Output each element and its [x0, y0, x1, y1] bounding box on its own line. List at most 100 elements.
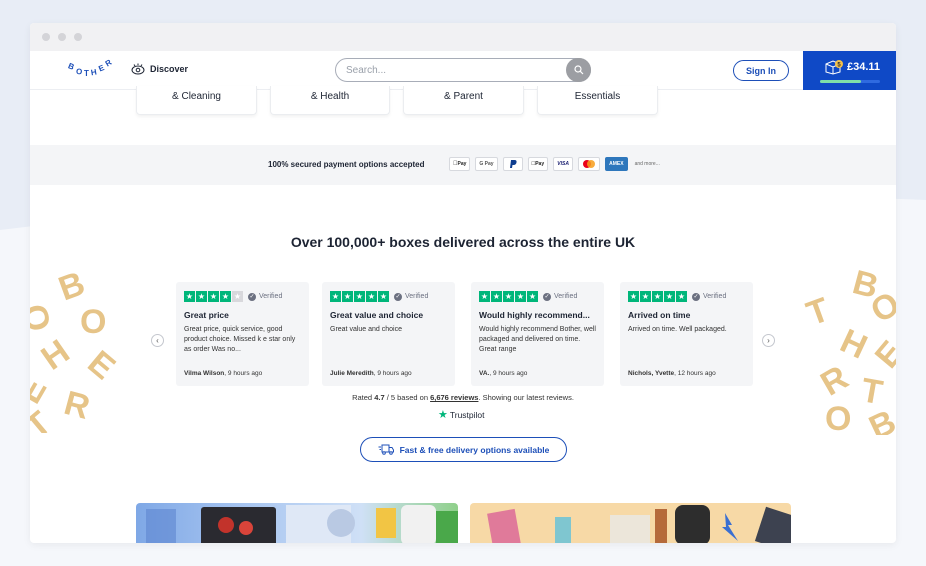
samsung-pay-label: Pay	[533, 161, 544, 167]
review-body: Great value and choice	[330, 326, 402, 333]
trustpilot-logo[interactable]: ★ Trustpilot	[438, 408, 485, 421]
verified-badge: ✓ Verified	[692, 292, 727, 301]
search-bar	[335, 58, 591, 82]
cart-amount: £34.11	[847, 61, 881, 73]
boxes-delivered-headline: Over 100,000+ boxes delivered across the…	[290, 234, 636, 250]
reviews-next-arrow[interactable]: ›	[762, 334, 775, 347]
rating-middle: / 5 based on	[384, 393, 431, 402]
sign-in-button[interactable]: Sign In	[733, 60, 789, 81]
review-author-name: Julie Meredith	[330, 370, 374, 377]
svg-text:B: B	[54, 264, 90, 308]
window-close-dot[interactable]	[42, 33, 50, 41]
star-icon: ★	[232, 291, 243, 302]
star-icon: ★	[342, 291, 353, 302]
svg-text:E: E	[868, 334, 896, 376]
review-body: Great price, quick service, good product…	[184, 326, 296, 353]
svg-text:O: O	[80, 303, 106, 341]
star-icon: ★	[378, 291, 389, 302]
svg-text:T: T	[84, 69, 89, 78]
promo-banner-left[interactable]	[136, 503, 458, 543]
promo-banner-left-image	[146, 505, 458, 543]
verified-label: Verified	[703, 293, 727, 300]
discover-label: Discover	[150, 64, 189, 74]
cart-button[interactable]: 5 £34.11	[803, 51, 896, 90]
category-card-parent[interactable]: & Parent	[403, 86, 524, 115]
svg-text:H: H	[835, 322, 873, 367]
star-icon: ★	[220, 291, 231, 302]
review-author: VA., 9 hours ago	[479, 370, 527, 377]
review-title: Arrived on time	[628, 310, 691, 320]
delivery-truck-icon	[378, 444, 394, 455]
verified-badge: ✓ Verified	[248, 292, 282, 301]
apple-pay-icon: Pay	[449, 157, 471, 171]
reviews-prev-arrow[interactable]: ‹	[151, 334, 164, 347]
review-title: Would highly recommend...	[479, 310, 590, 320]
star-icon: ★	[491, 291, 502, 302]
window-titlebar	[30, 23, 896, 51]
svg-text:O: O	[825, 400, 851, 435]
window-maximize-dot[interactable]	[74, 33, 82, 41]
trustpilot-rating-line: Rated 4.7 / 5 based on 6,676 reviews. Sh…	[30, 393, 896, 402]
star-icon: ★	[208, 291, 219, 302]
star-icon: ★	[479, 291, 490, 302]
payment-text: 100% secured payment options accepted	[268, 160, 425, 169]
review-card[interactable]: ★ ★ ★ ★ ★ ✓ Verified Great price Great price, qu…	[176, 282, 309, 386]
payment-strip: 100% secured payment options accepted P…	[30, 145, 896, 185]
mastercard-icon	[578, 157, 601, 171]
review-author: Julie Meredith, 9 hours ago	[330, 370, 412, 377]
star-icon: ★	[640, 291, 651, 302]
search-button[interactable]	[566, 58, 591, 82]
verified-label: Verified	[554, 293, 578, 300]
review-author-name: VA.	[479, 370, 490, 377]
star-icon: ★	[676, 291, 687, 302]
decorative-letters-left: B O O H E E R T	[30, 264, 122, 433]
payment-more-text: and more...	[633, 161, 660, 167]
discover-link[interactable]: Discover	[131, 63, 188, 75]
star-icon: ★	[503, 291, 514, 302]
google-pay-icon: G Pay	[475, 157, 498, 171]
promo-banner-right-image	[487, 505, 791, 543]
svg-text:O: O	[30, 300, 58, 335]
rating-suffix: . Showing our latest reviews.	[478, 393, 574, 402]
review-body: Would highly recommend Bother, well pack…	[479, 326, 596, 353]
visa-icon: VISA	[553, 157, 574, 171]
review-count-link[interactable]: 6,676 reviews	[430, 393, 478, 402]
svg-text:T: T	[803, 290, 834, 333]
rating-score: 4.7	[374, 393, 385, 402]
category-card-cleaning[interactable]: & Cleaning	[136, 86, 257, 115]
review-author-name: Nichols, Yvette	[628, 370, 675, 377]
review-card[interactable]: ★ ★ ★ ★ ★ ✓ Verified Great value and choice Grea…	[322, 282, 455, 386]
amex-icon: AMEX	[605, 157, 628, 171]
category-card-essentials[interactable]: Essentials	[537, 86, 658, 115]
search-icon	[573, 65, 583, 75]
review-stars: ★ ★ ★ ★ ★ ✓ Verified	[330, 291, 447, 302]
bother-logo[interactable]: B O T H E R	[68, 57, 118, 81]
review-author: Nichols, Yvette, 12 hours ago	[628, 370, 716, 377]
star-icon: ★	[354, 291, 365, 302]
samsung-pay-icon: □ Pay	[527, 157, 549, 171]
review-body: Arrived on time. Well packaged.	[628, 326, 727, 333]
mastercard-circles	[583, 160, 596, 168]
svg-text:R: R	[60, 384, 94, 427]
star-icon: ★	[664, 291, 675, 302]
check-icon: ✓	[543, 292, 551, 301]
review-card[interactable]: ★ ★ ★ ★ ★ ✓ Verified Arrived on time Arrived on …	[620, 282, 753, 386]
check-icon: ✓	[692, 292, 700, 301]
svg-text:R: R	[104, 58, 114, 69]
check-icon: ✓	[248, 292, 256, 301]
top-navbar: B O T H E R Discover Search... Sign In 5…	[30, 51, 896, 90]
star-icon: ★	[196, 291, 207, 302]
promo-banner-right[interactable]	[470, 503, 791, 543]
category-card-health[interactable]: & Health	[270, 86, 390, 115]
free-delivery-progress-fill	[820, 80, 861, 83]
delivery-options-button[interactable]: Fast & free delivery options available	[360, 437, 567, 462]
verified-label: Verified	[405, 293, 429, 300]
review-title: Great value and choice	[330, 310, 424, 320]
review-title: Great price	[184, 310, 229, 320]
window-minimize-dot[interactable]	[58, 33, 66, 41]
verified-badge: ✓ Verified	[394, 292, 429, 301]
delivery-label: Fast & free delivery options available	[399, 444, 550, 455]
star-icon: ★	[366, 291, 377, 302]
search-input[interactable]	[336, 59, 556, 81]
review-card[interactable]: ★ ★ ★ ★ ★ ✓ Verified Would highly recommend... W…	[471, 282, 604, 386]
